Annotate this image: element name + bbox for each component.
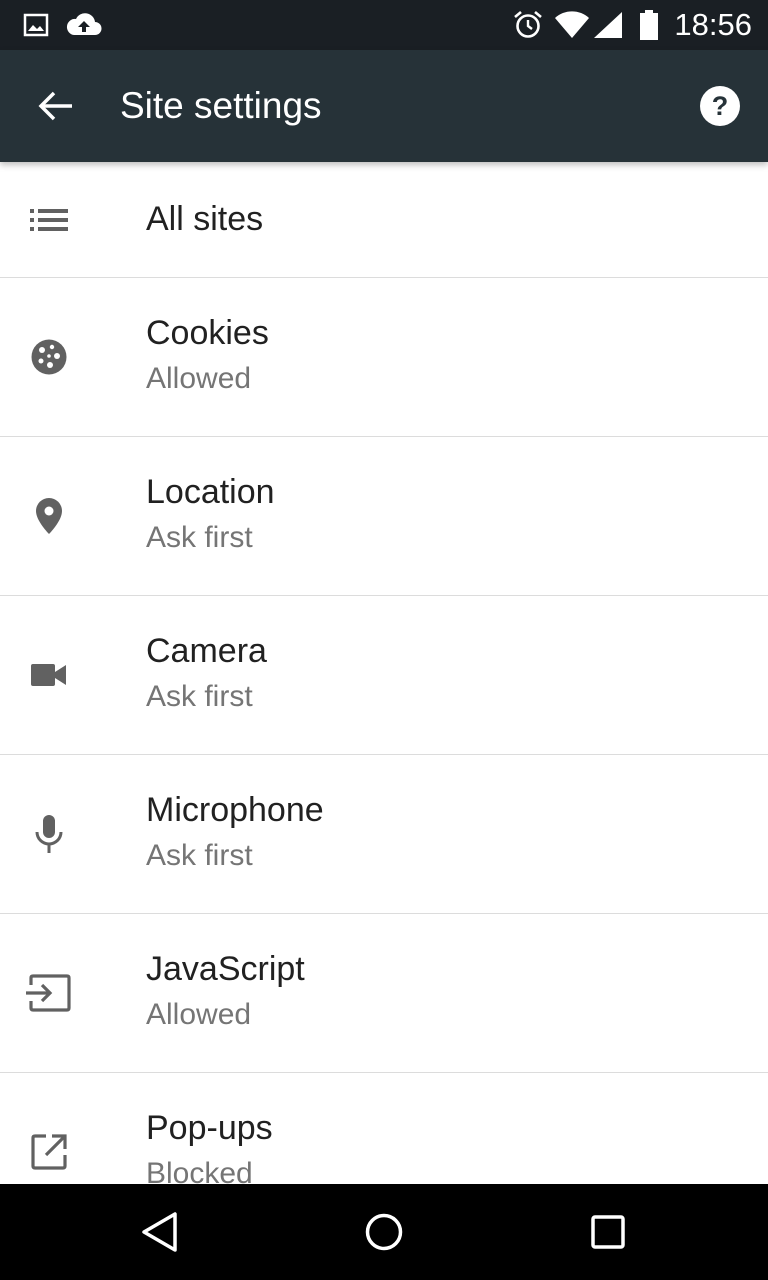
settings-item-summary: Ask first — [146, 839, 253, 872]
alarm-icon — [510, 0, 546, 50]
nav-home-button[interactable] — [352, 1204, 416, 1260]
settings-item-title: Microphone — [146, 791, 324, 829]
signal-icon — [592, 0, 624, 50]
settings-item-all-sites[interactable]: All sites — [0, 162, 768, 278]
settings-item-camera[interactable]: Camera Ask first — [0, 596, 768, 755]
settings-item-cookies[interactable]: Cookies Allowed — [0, 278, 768, 437]
screen: 18:56 Site settings ? All sites Cookies … — [0, 0, 768, 1280]
settings-item-pop-ups[interactable]: Pop-ups Blocked — [0, 1073, 768, 1184]
arrow-back-icon — [38, 91, 72, 121]
microphone-icon — [24, 809, 74, 859]
wifi-icon — [554, 0, 590, 50]
settings-item-title: Location — [146, 473, 275, 511]
nav-recents-button[interactable] — [576, 1204, 640, 1260]
battery-icon — [636, 0, 662, 50]
settings-list: All sites Cookies Allowed Location Ask f… — [0, 162, 768, 1184]
toolbar: Site settings ? — [0, 50, 768, 162]
settings-item-title: All sites — [146, 200, 264, 238]
cookie-icon — [24, 332, 74, 382]
back-button[interactable] — [24, 78, 88, 134]
settings-item-summary: Ask first — [146, 521, 253, 554]
open-in-new-icon — [24, 1127, 74, 1177]
nav-back-button[interactable] — [128, 1204, 192, 1260]
back-triangle-icon — [142, 1212, 177, 1252]
settings-item-title: Pop-ups — [146, 1109, 273, 1147]
settings-item-summary: Allowed — [146, 362, 252, 395]
help-button[interactable]: ? — [692, 80, 748, 132]
settings-item-title: Camera — [146, 632, 267, 670]
settings-item-summary: Ask first — [146, 680, 253, 713]
javascript-icon — [24, 968, 74, 1018]
settings-item-location[interactable]: Location Ask first — [0, 437, 768, 596]
settings-item-javascript[interactable]: JavaScript Allowed — [0, 914, 768, 1073]
image-icon — [22, 0, 50, 50]
settings-item-microphone[interactable]: Microphone Ask first — [0, 755, 768, 914]
settings-item-title: JavaScript — [146, 950, 305, 988]
settings-item-summary: Allowed — [146, 998, 252, 1031]
svg-text:?: ? — [712, 91, 729, 121]
settings-item-title: Cookies — [146, 314, 269, 352]
help-icon: ? — [700, 86, 740, 126]
location-pin-icon — [24, 491, 74, 541]
cloud-upload-icon — [64, 0, 104, 50]
page-title: Site settings — [120, 85, 322, 126]
settings-item-summary: Blocked — [146, 1157, 253, 1184]
home-circle-icon — [365, 1213, 403, 1251]
status-bar: 18:56 — [0, 0, 768, 50]
list-icon — [24, 195, 74, 245]
navigation-bar — [0, 1184, 768, 1280]
recents-square-icon — [591, 1215, 625, 1249]
videocam-icon — [24, 650, 74, 700]
status-time: 18:56 — [674, 7, 752, 42]
